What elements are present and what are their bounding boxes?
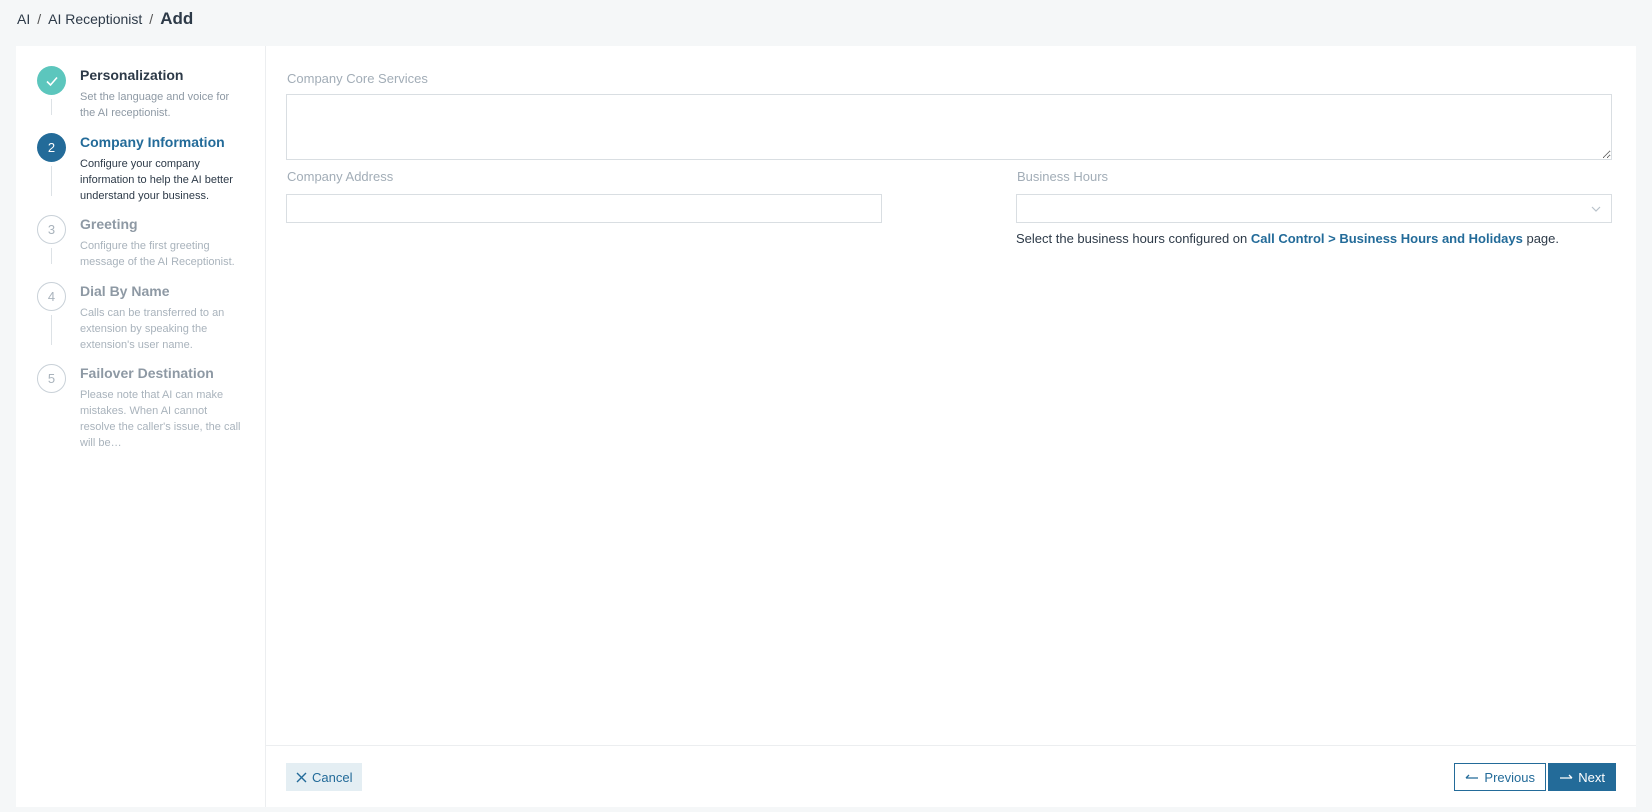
step-greeting[interactable]: 3 Greeting Configure the first greeting … (37, 215, 265, 282)
breadcrumb-item-ai-receptionist[interactable]: AI Receptionist (48, 11, 142, 27)
core-services-label: Company Core Services (287, 71, 428, 86)
step-company-information[interactable]: 2 Company Information Configure your com… (37, 133, 265, 215)
step-description: Configure the first greeting message of … (80, 240, 235, 268)
wizard-content: Company Core Services Company Address Bu… (266, 46, 1636, 807)
step-done-circle (37, 66, 66, 95)
core-services-textarea[interactable] (286, 94, 1612, 160)
check-icon (45, 76, 58, 86)
business-hours-label: Business Hours (1017, 169, 1109, 184)
cancel-label: Cancel (312, 769, 353, 785)
step-number-circle: 4 (37, 282, 66, 311)
wizard-footer: Cancel Previous Next (266, 745, 1636, 807)
step-title: Greeting (80, 216, 138, 232)
close-icon (296, 772, 307, 782)
next-button[interactable]: Next (1548, 763, 1616, 791)
business-hours-hint: Select the business hours configured on … (1016, 231, 1559, 246)
breadcrumb: AI / AI Receptionist / Add (17, 9, 193, 29)
wizard-card: Personalization Set the language and voi… (16, 46, 1636, 807)
company-address-label: Company Address (287, 169, 394, 184)
step-number-circle: 5 (37, 364, 66, 393)
next-label: Next (1578, 769, 1605, 785)
step-failover-destination[interactable]: 5 Failover Destination Please note that … (37, 364, 265, 449)
previous-button[interactable]: Previous (1454, 763, 1546, 791)
step-number-circle: 2 (37, 133, 66, 162)
step-number-circle: 3 (37, 215, 66, 244)
step-description: Configure your company information to he… (80, 158, 233, 202)
step-dial-by-name[interactable]: 4 Dial By Name Calls can be transferred … (37, 282, 265, 364)
wizard-steps: Personalization Set the language and voi… (16, 46, 266, 807)
step-personalization[interactable]: Personalization Set the language and voi… (37, 66, 265, 133)
hint-prefix: Select the business hours configured on (1016, 231, 1251, 246)
page-title: Add (160, 9, 194, 28)
step-title: Failover Destination (80, 365, 214, 381)
step-title: Company Information (80, 134, 225, 150)
business-hours-link[interactable]: Call Control > Business Hours and Holida… (1251, 231, 1523, 246)
step-title: Dial By Name (80, 283, 170, 299)
previous-label: Previous (1484, 769, 1535, 785)
chevron-down-icon (1591, 206, 1601, 212)
breadcrumb-item-ai[interactable]: AI (17, 11, 30, 27)
breadcrumb-separator: / (37, 11, 42, 27)
step-description: Set the language and voice for the AI re… (80, 91, 230, 119)
step-description: Please note that AI can make mistakes. W… (80, 389, 241, 449)
hint-suffix: page. (1522, 231, 1560, 246)
step-description: Calls can be transferred to an extension… (80, 307, 225, 351)
business-hours-select[interactable] (1016, 194, 1612, 223)
step-title: Personalization (80, 67, 184, 83)
cancel-button[interactable]: Cancel (286, 763, 363, 791)
arrow-right-icon (1560, 774, 1573, 779)
arrow-left-icon (1465, 774, 1479, 779)
breadcrumb-separator: / (149, 11, 154, 27)
company-address-input[interactable] (286, 194, 882, 223)
